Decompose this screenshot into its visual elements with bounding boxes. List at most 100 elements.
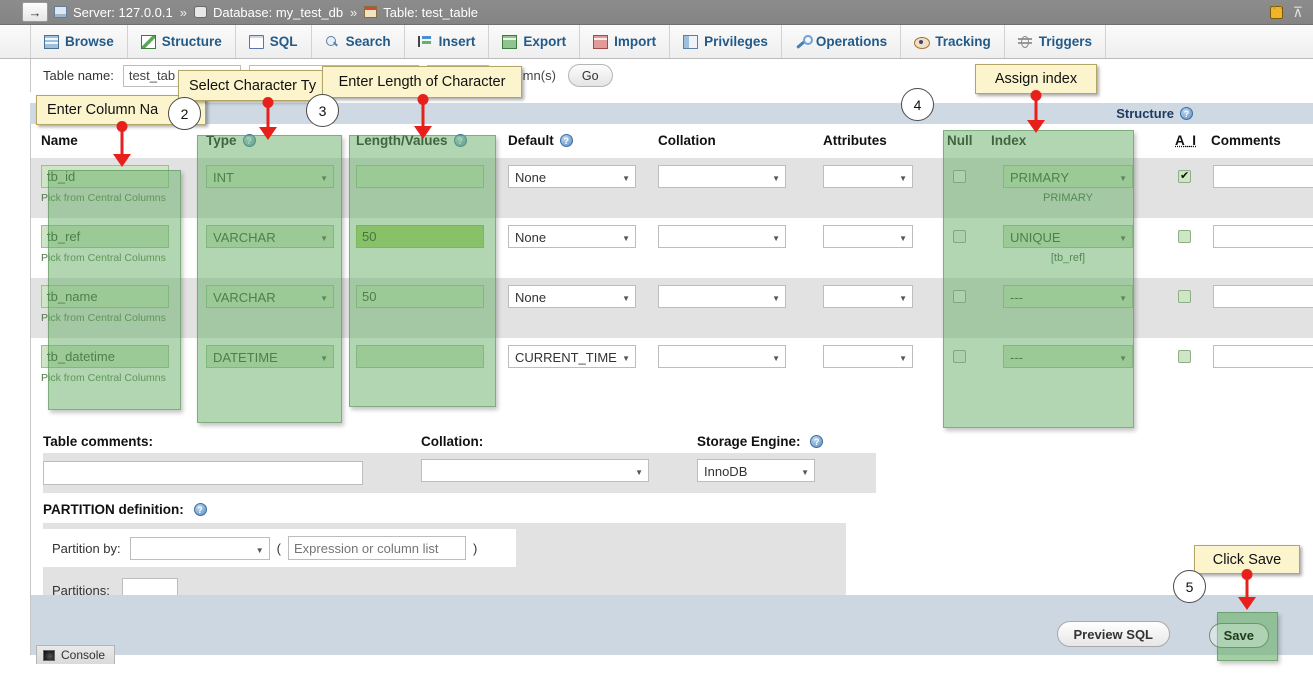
column-null-checkbox[interactable]	[953, 170, 966, 183]
column-type-select[interactable]: INT	[206, 165, 334, 188]
column-length-input[interactable]	[356, 225, 484, 248]
column-default-select[interactable]: None	[508, 225, 636, 248]
column-length-input[interactable]	[356, 345, 484, 368]
column-index-select[interactable]: ---	[1003, 345, 1133, 368]
console-icon	[43, 649, 55, 661]
help-icon-default[interactable]: ?	[559, 134, 573, 147]
column-name-input[interactable]	[41, 225, 169, 248]
breadcrumb-database[interactable]: Database: my_test_db	[213, 5, 343, 20]
help-icon-length[interactable]: ?	[453, 134, 467, 147]
console-label: Console	[61, 648, 106, 662]
save-button[interactable]: Save	[1208, 623, 1269, 648]
cell-comments	[1207, 338, 1313, 398]
cell-auto-increment	[1175, 278, 1207, 338]
columns-table: Name Type? Length/Values? Default? Colla…	[31, 124, 1313, 398]
pick-central-columns-link[interactable]: Pick from Central Columns	[41, 312, 196, 324]
column-auto-increment-checkbox[interactable]	[1178, 290, 1191, 303]
column-auto-increment-checkbox[interactable]	[1178, 230, 1191, 243]
column-name-input[interactable]	[41, 285, 169, 308]
column-null-checkbox[interactable]	[953, 290, 966, 303]
help-icon-type[interactable]: ?	[242, 134, 256, 147]
column-length-input[interactable]	[356, 285, 484, 308]
tab-import[interactable]: Import	[580, 25, 671, 58]
help-icon-structure[interactable]: ?	[1180, 107, 1193, 120]
column-type-select[interactable]: VARCHAR	[206, 225, 334, 248]
column-name-input[interactable]	[41, 165, 169, 188]
help-icon-storage-engine[interactable]: ?	[810, 434, 824, 448]
column-index-select[interactable]: PRIMARY	[1003, 165, 1133, 188]
column-type-select[interactable]: DATETIME	[206, 345, 334, 368]
column-collation-select[interactable]	[658, 165, 786, 188]
header-auto-increment[interactable]: A_I	[1175, 124, 1207, 158]
collation-select[interactable]	[421, 459, 649, 482]
server-breadcrumb-bar: → Server: 127.0.0.1 » Database: my_test_…	[0, 0, 1313, 25]
column-null-checkbox[interactable]	[953, 350, 966, 363]
pick-central-columns-link[interactable]: Pick from Central Columns	[41, 372, 196, 384]
preview-sql-button[interactable]: Preview SQL	[1056, 621, 1170, 647]
column-attributes-select[interactable]	[823, 345, 913, 368]
column-comments-input[interactable]	[1213, 165, 1313, 188]
storage-engine-select[interactable]: InnoDB	[697, 459, 815, 482]
expand-navigation-button[interactable]: →	[22, 2, 48, 22]
column-collation-select[interactable]	[658, 285, 786, 308]
cell-null	[943, 158, 985, 218]
column-default-select[interactable]: None	[508, 165, 636, 188]
cell-collation	[648, 218, 813, 278]
column-type-select[interactable]: VARCHAR	[206, 285, 334, 308]
column-collation-select[interactable]	[658, 345, 786, 368]
tab-sql[interactable]: SQL	[236, 25, 312, 58]
tab-triggers[interactable]: Triggers	[1005, 25, 1106, 58]
column-comments-input[interactable]	[1213, 225, 1313, 248]
column-index-select[interactable]: UNIQUE	[1003, 225, 1133, 248]
cell-collation	[648, 278, 813, 338]
callout-arrow-2	[258, 97, 278, 141]
column-index-select[interactable]: ---	[1003, 285, 1133, 308]
arrow-shaft	[421, 99, 425, 129]
tab-privileges[interactable]: Privileges	[670, 25, 782, 58]
wrench-icon	[795, 34, 813, 49]
tab-browse[interactable]: Browse	[30, 25, 128, 58]
tab-tracking[interactable]: Tracking	[901, 25, 1005, 58]
collapse-icon[interactable]: ⊼	[1293, 5, 1303, 19]
breadcrumb-server[interactable]: Server: 127.0.0.1	[73, 5, 173, 20]
tab-insert[interactable]: Insert	[405, 25, 490, 58]
partition-by-select[interactable]	[129, 536, 270, 560]
column-collation-select[interactable]	[658, 225, 786, 248]
cell-null	[943, 218, 985, 278]
column-null-checkbox[interactable]	[953, 230, 966, 243]
cell-index: PRIMARY PRIMARY	[985, 158, 1175, 218]
column-auto-increment-checkbox[interactable]	[1178, 350, 1191, 363]
column-default-select[interactable]: None	[508, 285, 636, 308]
pick-central-columns-link[interactable]: Pick from Central Columns	[41, 192, 196, 204]
tab-search[interactable]: Search	[312, 25, 405, 58]
browse-icon	[44, 34, 59, 49]
table-row: Pick from Central Columns DATETIME CURRE…	[31, 338, 1313, 398]
column-attributes-select[interactable]	[823, 285, 913, 308]
column-auto-increment-checkbox[interactable]	[1178, 169, 1191, 183]
cell-default: None	[498, 278, 648, 338]
paren-close: )	[473, 540, 478, 556]
lock-icon[interactable]	[1269, 2, 1283, 19]
column-default-select[interactable]: CURRENT_TIME	[508, 345, 636, 368]
column-attributes-select[interactable]	[823, 225, 913, 248]
table-comments-input[interactable]	[43, 461, 363, 485]
column-comments-input[interactable]	[1213, 285, 1313, 308]
cell-type: VARCHAR	[196, 218, 346, 278]
table-icon	[364, 6, 378, 18]
go-button[interactable]: Go	[567, 64, 613, 87]
triggers-icon	[1017, 35, 1033, 49]
tab-operations[interactable]: Operations	[782, 25, 902, 58]
help-icon-partition[interactable]: ?	[193, 503, 207, 516]
tab-structure[interactable]: Structure	[128, 25, 236, 58]
arrow-head	[414, 126, 432, 139]
column-attributes-select[interactable]	[823, 165, 913, 188]
console-tab[interactable]: Console	[36, 645, 116, 664]
column-name-input[interactable]	[41, 345, 169, 368]
partition-expression-input[interactable]	[288, 536, 466, 560]
cell-default: CURRENT_TIME	[498, 338, 648, 398]
pick-central-columns-link[interactable]: Pick from Central Columns	[41, 252, 196, 264]
breadcrumb-table[interactable]: Table: test_table	[383, 5, 478, 20]
column-comments-input[interactable]	[1213, 345, 1313, 368]
tab-export[interactable]: Export	[489, 25, 581, 58]
column-length-input[interactable]	[356, 165, 484, 188]
